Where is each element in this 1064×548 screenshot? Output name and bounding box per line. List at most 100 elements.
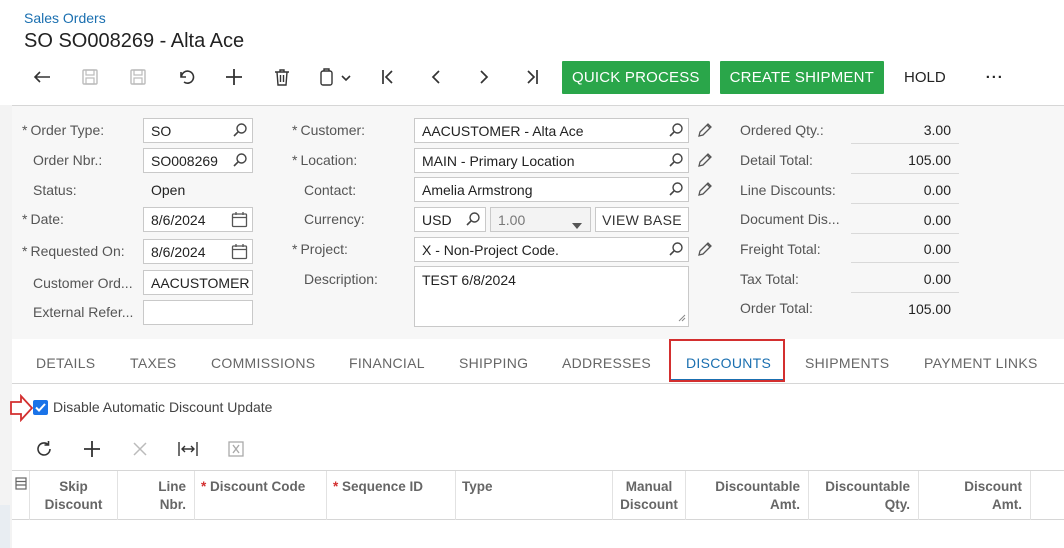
summary-value: 3.00 — [851, 116, 959, 144]
col-skip-discount[interactable]: Skip Discount — [30, 471, 118, 520]
summary-label: Ordered Qty.: — [740, 122, 824, 138]
last-record-icon[interactable] — [508, 61, 556, 93]
calendar-icon[interactable] — [231, 243, 248, 263]
customer-label: * Customer: — [292, 122, 366, 138]
back-icon[interactable] — [18, 61, 66, 93]
delete-icon[interactable] — [258, 61, 306, 93]
order-nbr-field[interactable]: SO008269 — [143, 148, 253, 173]
breadcrumb[interactable]: Sales Orders — [24, 10, 106, 26]
col-sequence-id[interactable]: * Sequence ID — [327, 471, 456, 520]
customer-ord-label: Customer Ord... — [33, 275, 133, 291]
disable-discount-update-label[interactable]: Disable Automatic Discount Update — [53, 399, 272, 415]
summary-label: Tax Total: — [740, 271, 799, 287]
requested-on-label: * Requested On: — [22, 243, 125, 259]
location-label: * Location: — [292, 152, 358, 168]
project-field[interactable]: X - Non-Project Code. — [414, 237, 689, 262]
search-icon[interactable] — [232, 152, 248, 171]
prev-record-icon[interactable] — [412, 61, 460, 93]
external-ref-label: External Refer... — [33, 304, 134, 320]
customer-field[interactable]: AACUSTOMER - Alta Ace — [414, 118, 689, 143]
search-icon[interactable] — [668, 152, 684, 171]
col-discount-amt[interactable]: Discount Amt. — [919, 471, 1031, 520]
quick-process-button[interactable]: QUICK PROCESS — [562, 60, 710, 94]
discounts-grid-header: Skip Discount Line Nbr. * Discount Code * … — [12, 470, 1064, 520]
edit-pencil-icon[interactable] — [697, 181, 713, 200]
summary-value: 105.00 — [908, 301, 951, 317]
search-icon[interactable] — [668, 181, 684, 200]
location-field[interactable]: MAIN - Primary Location — [414, 148, 689, 173]
summary-value: 0.00 — [851, 176, 959, 204]
contact-field[interactable]: Amelia Armstrong — [414, 177, 689, 202]
undo-icon[interactable] — [162, 61, 210, 93]
date-field[interactable]: 8/6/2024 — [143, 207, 253, 232]
tab-shipping[interactable]: SHIPPING — [459, 355, 528, 371]
refresh-icon[interactable] — [20, 434, 68, 464]
summary-label: Line Discounts: — [740, 182, 836, 198]
tab-addresses[interactable]: ADDRESSES — [562, 355, 651, 371]
copy-paste-icon[interactable] — [306, 61, 364, 93]
col-line-nbr[interactable]: Line Nbr. — [118, 471, 195, 520]
currency-field[interactable]: USD — [414, 207, 486, 232]
tab-financial[interactable]: FINANCIAL — [349, 355, 425, 371]
edit-pencil-icon[interactable] — [697, 122, 713, 141]
save-icon[interactable] — [66, 61, 114, 93]
contact-label: Contact: — [304, 182, 357, 198]
description-label: Description: — [304, 271, 378, 287]
external-ref-field[interactable] — [143, 300, 253, 325]
grid-toolbar — [20, 434, 260, 464]
col-discountable-amt[interactable]: Discountable Amt. — [686, 471, 809, 520]
summary-value: 0.00 — [851, 235, 959, 263]
tab-taxes[interactable]: TAXES — [130, 355, 176, 371]
page-title: SO SO008269 - Alta Ace — [24, 30, 245, 52]
view-base-button[interactable]: VIEW BASE — [595, 207, 689, 232]
delete-row-icon[interactable] — [116, 434, 164, 464]
col-discount-code[interactable]: * Discount Code — [195, 471, 327, 520]
left-edge-bar — [0, 105, 12, 548]
more-menu-button[interactable]: ··· — [956, 61, 1014, 94]
fit-columns-icon[interactable] — [164, 434, 212, 464]
create-shipment-button[interactable]: CREATE SHIPMENT — [719, 60, 885, 94]
summary-value: 105.00 — [851, 146, 959, 174]
tab-highlight-box — [669, 339, 785, 382]
add-icon[interactable] — [210, 61, 258, 93]
search-icon[interactable] — [232, 122, 248, 141]
edit-pencil-icon[interactable] — [697, 152, 713, 171]
disable-discount-update-checkbox[interactable] — [33, 399, 48, 415]
summary-label: Detail Total: — [740, 152, 813, 168]
customer-ord-field[interactable]: AACUSTOMER — [143, 270, 253, 295]
disable-discount-update-row: Disable Automatic Discount Update — [33, 399, 272, 415]
summary-label: Order Total: — [740, 300, 813, 316]
col-manual-discount[interactable]: Manual Discount — [613, 471, 686, 520]
main-toolbar: QUICK PROCESS CREATE SHIPMENT HOLD ··· — [18, 60, 1014, 94]
dropdown-caret-icon[interactable] — [572, 216, 582, 231]
requested-on-field[interactable]: 8/6/2024 — [143, 239, 253, 264]
status-value: Open — [151, 182, 186, 198]
status-label: Status: — [33, 182, 77, 198]
tab-details[interactable]: DETAILS — [36, 355, 95, 371]
save-close-icon[interactable] — [114, 61, 162, 93]
search-icon[interactable] — [668, 122, 684, 141]
order-type-field[interactable]: SO — [143, 118, 253, 143]
next-record-icon[interactable] — [460, 61, 508, 93]
tab-commissions[interactable]: COMMISSIONS — [211, 355, 315, 371]
add-row-icon[interactable] — [68, 434, 116, 464]
search-icon[interactable] — [668, 241, 684, 260]
first-record-icon[interactable] — [364, 61, 412, 93]
tab-payment-links[interactable]: PAYMENT LINKS — [924, 355, 1038, 371]
resize-handle-icon[interactable] — [678, 309, 686, 325]
hold-button[interactable]: HOLD — [894, 61, 956, 94]
summary-value: 0.00 — [851, 265, 959, 293]
row-selector-icon[interactable] — [12, 471, 30, 520]
description-textarea[interactable]: TEST 6/8/2024 — [414, 266, 689, 327]
currency-label: Currency: — [304, 211, 365, 227]
export-excel-icon[interactable] — [212, 434, 260, 464]
col-type[interactable]: Type — [456, 471, 613, 520]
search-icon[interactable] — [465, 211, 481, 230]
tab-bar: DETAILS TAXES COMMISSIONS FINANCIAL SHIP… — [12, 339, 1064, 384]
tab-shipments[interactable]: SHIPMENTS — [805, 355, 889, 371]
col-discountable-qty[interactable]: Discountable Qty. — [809, 471, 919, 520]
date-label: * Date: — [22, 211, 64, 227]
edit-pencil-icon[interactable] — [697, 241, 713, 260]
currency-rate-dropdown[interactable]: 1.00 — [490, 207, 591, 232]
calendar-icon[interactable] — [231, 211, 248, 231]
